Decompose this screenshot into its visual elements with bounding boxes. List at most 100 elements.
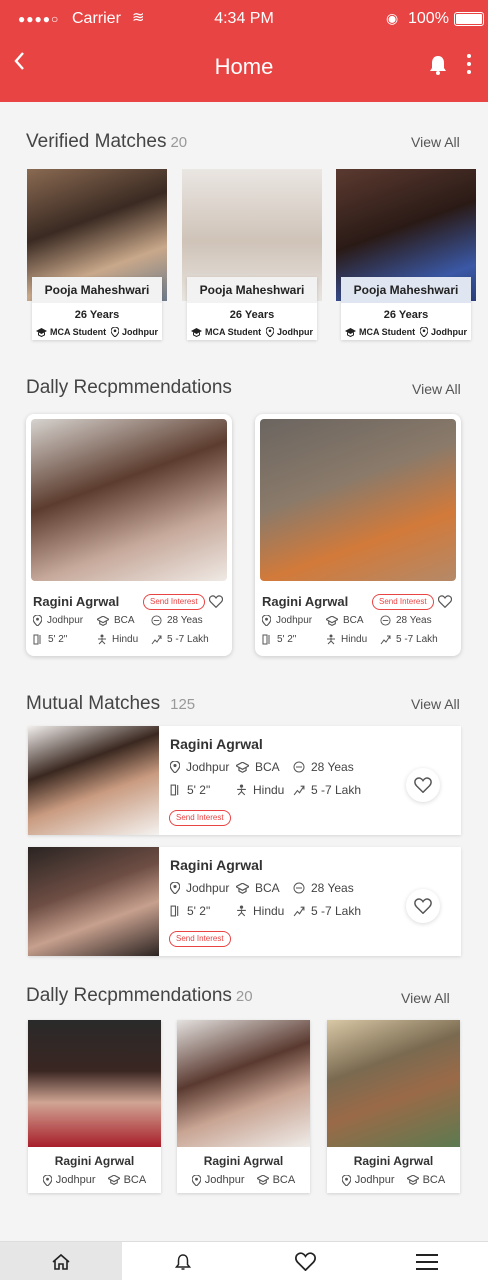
mutual-height: 5' 2" [170,783,210,797]
daily-photo [31,419,227,581]
daily-religion-text: Hindu [112,634,139,645]
verified-card[interactable]: Pooja Maheshwari 26 Years MCA Student Jo… [341,277,471,340]
verified-meta: MCA Student Jodhpur [345,327,467,337]
mutual-view-all-link[interactable]: View All [411,696,460,712]
daily-education-text: BCA [114,615,135,626]
heart-icon [414,898,432,914]
daily-religion-text: Hindu [341,634,368,645]
location-pin-icon [191,1174,201,1186]
verified-meta: MCA Student Jodhpur [191,327,313,337]
daily2-view-all-link[interactable]: View All [401,990,450,1006]
recommendation-city: Jodhpur [42,1174,96,1186]
graduation-cap-icon [36,327,47,337]
mutual-count: 125 [170,696,196,713]
verified-card[interactable]: Pooja Maheshwari 26 Years MCA Student Jo… [32,277,162,340]
verified-card[interactable]: Pooja Maheshwari 26 Years MCA Student Jo… [187,277,317,340]
recommendation-photo [28,1020,161,1147]
graduation-cap-icon [236,761,249,773]
send-interest-button[interactable]: Send Interest [372,594,434,610]
income-icon [380,635,391,645]
mutual-section-title: Mutual Matches 125 [26,693,195,715]
daily-view-all-link[interactable]: View All [412,381,461,397]
location-pin-icon [266,327,274,337]
daily-section-title: Dally Recpmmendations [26,377,232,398]
recommendation-card[interactable]: Ragini Agrwal Jodhpur BCA [327,1020,460,1193]
recommendation-card[interactable]: Ragini Agrwal Jodhpur BCA [177,1020,310,1193]
tab-notifications[interactable] [122,1242,244,1280]
recommendation-card[interactable]: Ragini Agrwal Jodhpur BCA [28,1020,161,1193]
location-pin-icon [170,761,180,773]
verified-name: Pooja Maheshwari [187,277,317,303]
battery-percent: 100% [408,10,449,27]
mutual-city-text: Jodhpur [186,881,230,895]
daily-height: 5' 2" [262,634,296,645]
daily-city-text: Jodhpur [47,615,84,626]
daily-height-text: 5' 2" [48,634,68,645]
recommendation-photo [327,1020,460,1147]
daily-card[interactable]: Ragini Agrwal Send Interest Jodhpur BCA … [26,414,232,656]
graduation-cap-icon [236,882,249,894]
verified-education-text: MCA Student [205,327,262,337]
heart-icon [414,777,432,793]
daily-card[interactable]: Ragini Agrwal Send Interest Jodhpur BCA … [255,414,461,656]
tab-home[interactable] [0,1242,122,1280]
location-pin-icon [420,327,428,337]
more-options-button[interactable] [465,52,473,76]
height-icon [33,634,41,645]
mutual-income-text: 5 -7 Lakh [311,904,362,918]
daily-city: Jodhpur [262,615,312,626]
daily2-title-text: Dally Recpmmendations [26,985,232,1006]
religion-icon [98,634,106,645]
income-icon [293,906,305,917]
tab-menu[interactable] [366,1242,488,1280]
mutual-age: 28 Yeas [293,760,354,774]
heart-icon[interactable] [209,595,223,608]
mutual-age: 28 Yeas [293,881,354,895]
mutual-city-text: Jodhpur [186,760,230,774]
mutual-religion-text: Hindu [253,783,285,797]
bottom-tab-bar [0,1241,488,1280]
send-interest-button[interactable]: Send Interest [169,931,231,947]
recommendation-city-text: Jodhpur [55,1174,96,1186]
daily-religion: Hindu [326,634,367,645]
favorite-button[interactable] [406,768,440,802]
verified-view-all-link[interactable]: View All [411,134,460,150]
mutual-name: Ragini Agrwal [170,857,263,873]
recommendation-name: Ragini Agrwal [54,1154,135,1168]
tab-favorites[interactable] [244,1242,366,1280]
daily-photo [260,419,456,581]
send-interest-button[interactable]: Send Interest [143,594,205,610]
daily-income-text: 5 -7 Lakh [167,634,209,645]
mutual-card[interactable]: Ragini Agrwal Jodhpur BCA 28 Yeas 5' 2" … [28,847,461,956]
daily-education-text: BCA [343,615,364,626]
daily-income: 5 -7 Lakh [380,634,438,645]
heart-icon[interactable] [438,595,452,608]
height-icon [262,634,270,645]
location-pin-icon [341,1174,351,1186]
daily-religion: Hindu [97,634,138,645]
daily-height: 5' 2" [33,634,67,645]
recommendation-education-text: BCA [422,1174,446,1186]
age-icon [380,615,391,626]
recommendation-city: Jodhpur [341,1174,395,1186]
mutual-income-text: 5 -7 Lakh [311,783,362,797]
daily-age-text: 28 Yeas [396,615,432,626]
mutual-card[interactable]: Ragini Agrwal Jodhpur BCA 28 Yeas 5' 2" … [28,726,461,835]
app-header: ●●●●○ Carrier ≋ 4:34 PM ◉ 100% Home [0,0,488,102]
verified-section-title: Verified Matches 20 [26,131,187,153]
graduation-cap-icon [97,615,109,626]
daily-city: Jodhpur [33,615,83,626]
favorite-button[interactable] [406,889,440,923]
page-title: Home [214,54,274,79]
daily-height-text: 5' 2" [277,634,297,645]
mutual-city: Jodhpur [170,760,229,774]
notifications-button[interactable] [428,54,448,76]
verified-age: 26 Years [383,309,429,321]
verified-age: 26 Years [74,309,120,321]
mutual-income: 5 -7 Lakh [293,904,361,918]
mutual-age-text: 28 Yeas [311,881,354,895]
recommendation-education-text: BCA [123,1174,147,1186]
menu-icon [416,1253,438,1270]
recommendation-city-text: Jodhpur [354,1174,395,1186]
send-interest-button[interactable]: Send Interest [169,810,231,826]
